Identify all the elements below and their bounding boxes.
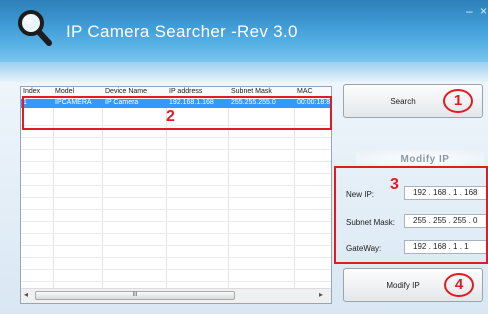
row-divider bbox=[21, 221, 331, 222]
column-header[interactable]: Index bbox=[23, 88, 40, 95]
annotation-circle-4: 4 bbox=[444, 273, 474, 297]
row-divider bbox=[21, 173, 331, 174]
row-divider bbox=[21, 185, 331, 186]
column-header[interactable]: IP address bbox=[169, 88, 202, 95]
column-header[interactable]: Subnet Mask bbox=[231, 88, 272, 95]
minimize-button[interactable]: – bbox=[466, 4, 473, 18]
row-divider bbox=[21, 269, 331, 270]
row-divider bbox=[21, 257, 331, 258]
row-divider bbox=[21, 281, 331, 282]
search-button-label: Search bbox=[390, 96, 416, 106]
magnifier-icon bbox=[18, 10, 52, 46]
column-header[interactable]: Model bbox=[55, 88, 74, 95]
horizontal-scrollbar[interactable]: ◂ III ▸ bbox=[21, 288, 331, 303]
annotation-label-3: 3 bbox=[390, 176, 399, 193]
row-divider bbox=[21, 197, 331, 198]
row-divider bbox=[21, 161, 331, 162]
menu-strip bbox=[0, 62, 488, 82]
column-header[interactable]: MAC bbox=[297, 88, 313, 95]
scroll-right-icon[interactable]: ▸ bbox=[319, 290, 323, 299]
row-divider bbox=[21, 137, 331, 138]
column-header[interactable]: Device Name bbox=[105, 88, 147, 95]
modify-ip-button-label: Modify IP bbox=[386, 280, 420, 290]
row-divider bbox=[21, 209, 331, 210]
annotation-label-2: 2 bbox=[166, 108, 175, 125]
scroll-left-icon[interactable]: ◂ bbox=[24, 290, 28, 299]
annotation-box-3 bbox=[334, 166, 488, 264]
title-bar: IP Camera Searcher -Rev 3.0 – × bbox=[0, 0, 488, 62]
row-divider bbox=[21, 245, 331, 246]
row-divider bbox=[21, 233, 331, 234]
modify-ip-title: Modify IP bbox=[400, 154, 450, 165]
annotation-box-2 bbox=[22, 96, 332, 130]
close-button[interactable]: × bbox=[480, 4, 487, 18]
row-divider bbox=[21, 149, 331, 150]
scroll-thumb[interactable]: III bbox=[35, 291, 235, 300]
annotation-circle-1: 1 bbox=[443, 89, 473, 113]
window-title: IP Camera Searcher -Rev 3.0 bbox=[66, 22, 298, 41]
